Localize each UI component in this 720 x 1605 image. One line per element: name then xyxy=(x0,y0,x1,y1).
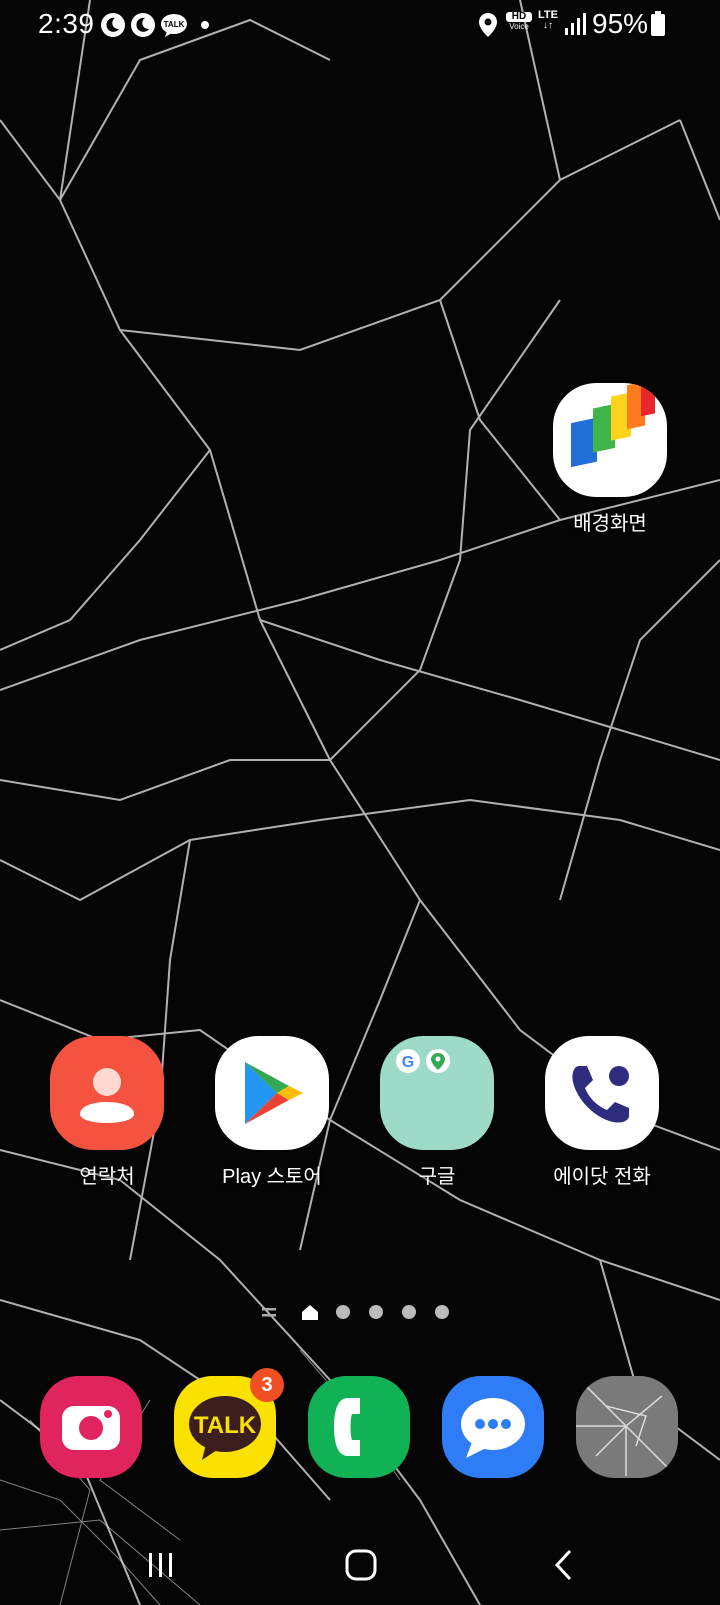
status-time: 2:39 xyxy=(38,8,95,39)
svg-text:G: G xyxy=(402,1054,414,1071)
dock-kakaotalk[interactable]: TALK 3 xyxy=(174,1368,284,1478)
adot-phone-icon xyxy=(545,1036,659,1150)
page-dot[interactable] xyxy=(369,1305,383,1319)
moon-icon xyxy=(131,13,155,37)
wallpaper-icon xyxy=(553,383,667,497)
home-page-icon[interactable] xyxy=(302,1305,318,1320)
app-wallpaper[interactable]: 배경화면 xyxy=(545,383,675,536)
contacts-icon xyxy=(50,1036,164,1150)
messages-icon xyxy=(442,1376,544,1478)
dock-phone[interactable] xyxy=(308,1376,410,1478)
navigation-bar xyxy=(0,1540,720,1600)
recent-apps-icon[interactable] xyxy=(145,1550,177,1580)
voice-label: Voice xyxy=(509,22,529,31)
svg-text:TALK: TALK xyxy=(164,20,185,29)
dock-broken-glass-app[interactable] xyxy=(576,1376,678,1478)
dock-messages[interactable] xyxy=(442,1376,544,1478)
home-button-icon[interactable] xyxy=(344,1548,378,1582)
page-list-icon[interactable] xyxy=(262,1308,276,1317)
data-arrows-icon: ↓↑ xyxy=(543,20,553,31)
signal-icon xyxy=(565,13,586,35)
app-label: 연락처 xyxy=(79,1166,135,1188)
page-dot[interactable] xyxy=(336,1305,350,1319)
hd-label: HD xyxy=(506,12,532,22)
app-label: 배경화면 xyxy=(573,513,647,535)
dot-icon xyxy=(201,21,209,29)
kakaotalk-icon-text: TALK xyxy=(193,1412,257,1439)
dock-camera[interactable] xyxy=(40,1376,142,1478)
notification-badge: 3 xyxy=(250,1368,284,1402)
moon-icon xyxy=(101,13,125,37)
status-bar: 2:39 TALK HD Voice LTE ↓↑ 95% xyxy=(0,0,720,50)
broken-glass-app-icon xyxy=(576,1376,678,1478)
phone-icon xyxy=(308,1376,410,1478)
location-icon xyxy=(479,13,497,37)
kakaotalk-notification-icon: TALK xyxy=(161,14,187,37)
app-label: 구글 xyxy=(418,1166,456,1188)
app-label: 에이닷 전화 xyxy=(553,1166,651,1188)
app-folder-google[interactable]: G 구글 xyxy=(372,1036,502,1189)
battery-percent: 95% xyxy=(592,8,649,39)
app-adot-phone[interactable]: 에이닷 전화 xyxy=(537,1036,667,1189)
camera-icon xyxy=(40,1376,142,1478)
play-store-icon xyxy=(215,1036,329,1150)
battery-icon xyxy=(651,11,665,36)
cracked-glass-wallpaper xyxy=(0,0,720,1605)
page-dot[interactable] xyxy=(402,1305,416,1319)
google-folder-icon: G xyxy=(380,1036,494,1150)
hd-voice-indicator: HD Voice xyxy=(506,12,532,31)
page-dot[interactable] xyxy=(435,1305,449,1319)
page-indicator xyxy=(262,1305,449,1320)
lte-indicator: LTE ↓↑ xyxy=(536,10,560,31)
app-label: Play 스토어 xyxy=(222,1166,322,1188)
app-play-store[interactable]: Play 스토어 xyxy=(207,1036,337,1189)
app-contacts[interactable]: 연락처 xyxy=(42,1036,172,1189)
back-icon[interactable] xyxy=(552,1548,576,1582)
